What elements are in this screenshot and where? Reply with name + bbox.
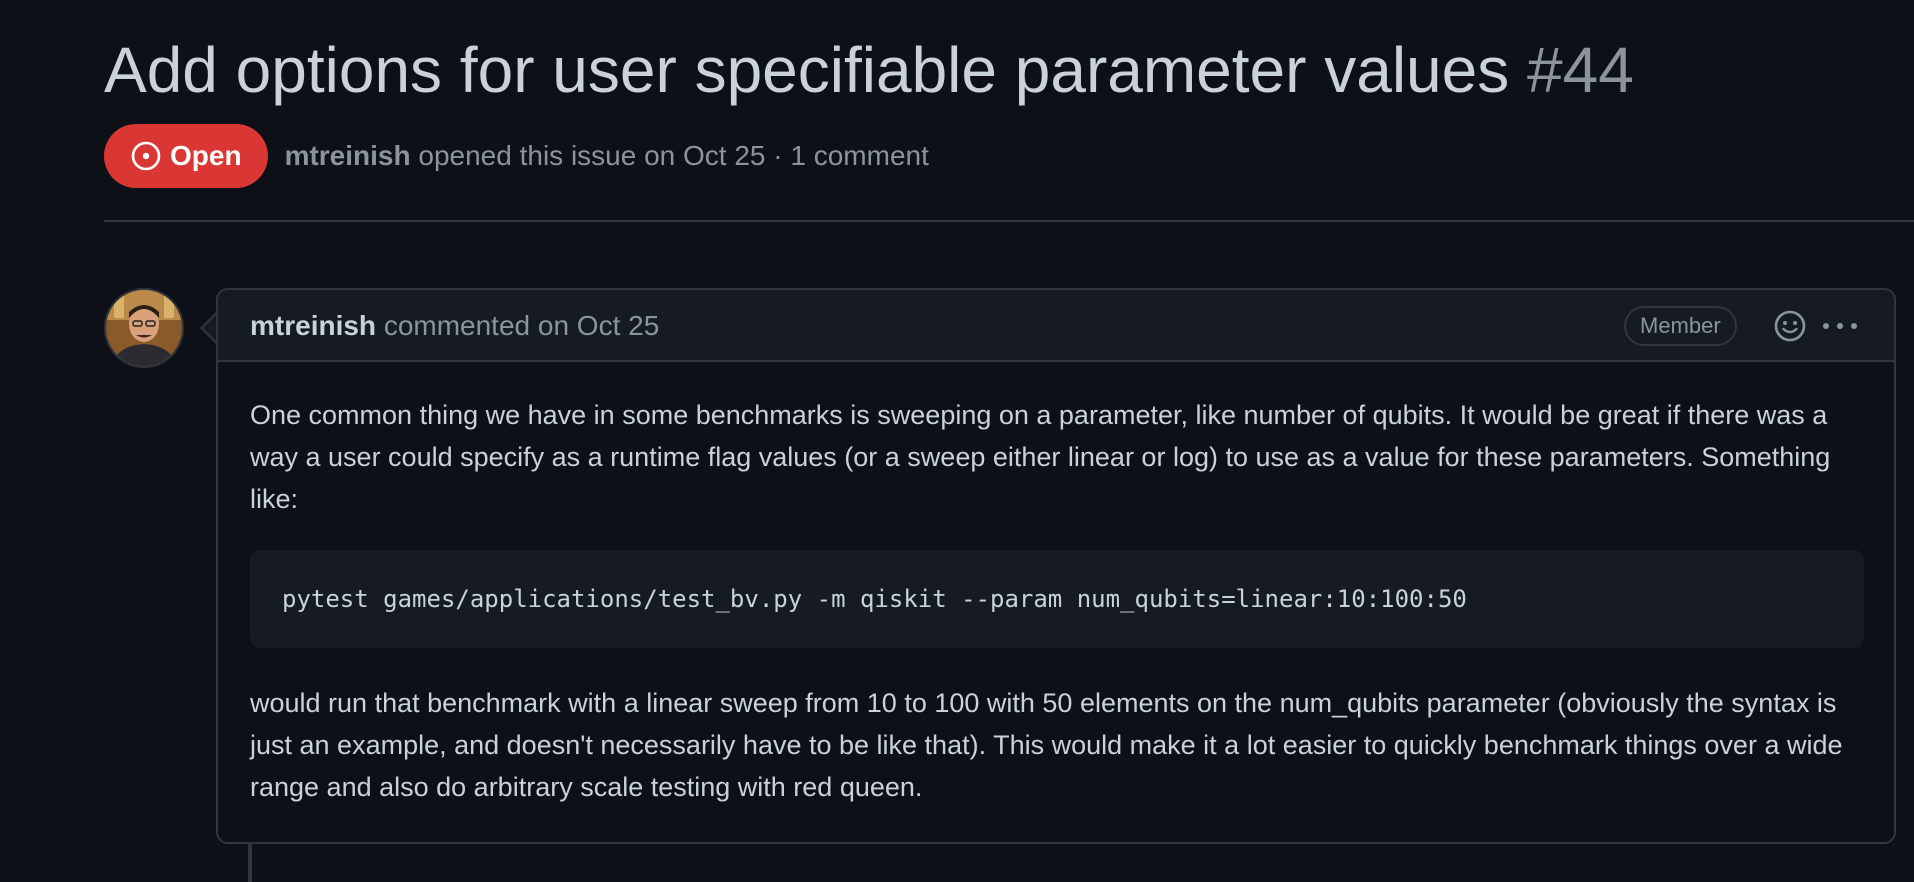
issue-page: Add options for user specifiable paramet…	[0, 0, 1914, 882]
code-text: pytest games/applications/test_bv.py -m …	[282, 585, 1467, 613]
comment-header-text: mtreinish commented on Oct 25	[250, 308, 659, 344]
comment-body: One common thing we have in some benchma…	[250, 394, 1864, 808]
add-reaction-button[interactable]	[1772, 308, 1808, 344]
comment-box: mtreinish commented on Oct 25 Member One…	[216, 288, 1896, 844]
issue-meta: Open mtreinish opened this issue on Oct …	[104, 124, 929, 188]
issue-title-text: Add options for user specifiable paramet…	[104, 34, 1510, 106]
issue-state-badge: Open	[104, 124, 268, 188]
comment-header: mtreinish commented on Oct 25 Member	[218, 290, 1894, 362]
comment-paragraph: One common thing we have in some benchma…	[250, 400, 1831, 514]
avatar[interactable]	[104, 288, 184, 368]
kebab-horizontal-icon	[1823, 323, 1857, 329]
issue-author-link[interactable]: mtreinish	[285, 140, 411, 171]
code-block: pytest games/applications/test_bv.py -m …	[250, 550, 1864, 648]
issue-meta-text: mtreinish opened this issue on Oct 25 · …	[285, 140, 929, 172]
comment-paragraph: would run that benchmark with a linear s…	[250, 688, 1843, 802]
header-divider	[104, 220, 1914, 222]
issue-title: Add options for user specifiable paramet…	[104, 30, 1634, 110]
issue-opened-text: opened this issue on Oct 25 · 1 comment	[418, 140, 929, 171]
member-badge: Member	[1624, 306, 1737, 346]
issue-opened-icon	[130, 140, 162, 172]
smiley-icon	[1774, 310, 1806, 342]
comment-options-button[interactable]	[1820, 308, 1860, 344]
comment-timestamp[interactable]: commented on Oct 25	[384, 310, 659, 341]
issue-state-label: Open	[170, 140, 242, 171]
comment-author-link[interactable]: mtreinish	[250, 310, 376, 341]
comment-pointer-fill	[203, 314, 217, 342]
timeline-line	[248, 844, 252, 882]
issue-number: #44	[1527, 34, 1634, 106]
